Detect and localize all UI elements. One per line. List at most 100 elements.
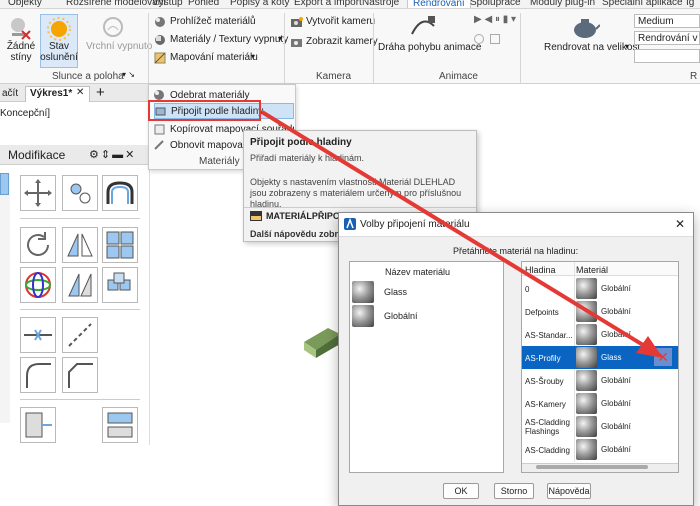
render-size-field[interactable] bbox=[634, 49, 700, 63]
textures-chevron-icon[interactable]: ▾ bbox=[278, 34, 282, 43]
material-browser-button[interactable]: Prohlížeč materiálů bbox=[170, 16, 256, 27]
menu-specialni[interactable]: Speciální aplikace bbox=[602, 0, 683, 8]
render-quality-select[interactable]: Medium bbox=[634, 14, 700, 28]
layer-name: AS-Standar... bbox=[525, 330, 573, 340]
render-quality-value: Medium bbox=[638, 16, 674, 27]
layer-list: Hladina Materiál 0 Globální Defpoints Globá… bbox=[521, 261, 679, 473]
align-tool[interactable] bbox=[102, 407, 138, 443]
copy-tool[interactable] bbox=[62, 175, 98, 211]
layer-row[interactable]: Defpoints Globální bbox=[522, 300, 678, 323]
layer-row[interactable]: 0 Globální bbox=[522, 277, 678, 300]
record-button[interactable] bbox=[474, 34, 484, 44]
divider bbox=[373, 13, 374, 83]
new-tab-icon[interactable]: + bbox=[96, 84, 105, 101]
menu-popisy[interactable]: Popisy a kóty bbox=[230, 0, 289, 8]
layer-material: Globální bbox=[601, 284, 631, 293]
render-chevron-icon[interactable]: ▾ bbox=[625, 42, 629, 51]
chamfer-tool[interactable] bbox=[62, 357, 98, 393]
reset-mapping-icon bbox=[154, 139, 164, 150]
sky-off-label[interactable]: Vrchní vypnuto bbox=[86, 41, 152, 52]
textures-off-button[interactable]: Materiály / Textury vypnuty bbox=[170, 34, 288, 45]
cancel-button[interactable]: Storno bbox=[494, 483, 534, 499]
playback-controls-icon[interactable]: ▶ ◀ ⏸ ▮ ▾ bbox=[474, 14, 516, 25]
tab-close-icon[interactable]: ✕ bbox=[76, 87, 84, 98]
side-toolbar bbox=[0, 173, 10, 423]
copy-icon bbox=[70, 183, 91, 204]
rotate-icon bbox=[27, 232, 49, 256]
sun-panel-expand-icon[interactable]: ▾ ↘ bbox=[122, 70, 135, 79]
stretch-tool[interactable] bbox=[20, 407, 56, 443]
layer-row[interactable]: AS-Kamery Globální bbox=[522, 392, 678, 415]
divider bbox=[20, 218, 140, 219]
no-shadows-button[interactable] bbox=[6, 15, 34, 41]
mapping-chevron-icon[interactable]: ▾ bbox=[251, 52, 255, 61]
fillet-tool[interactable] bbox=[20, 357, 56, 393]
offset-tool[interactable] bbox=[102, 175, 138, 211]
layer-material: Globální bbox=[601, 422, 631, 431]
create-camera-button[interactable]: Vytvořit kameru bbox=[306, 16, 375, 27]
menu-vystup[interactable]: Výstup bbox=[152, 0, 183, 8]
menu-objekty[interactable]: Objekty bbox=[8, 0, 42, 8]
remove-materials-label: Odebrat materiály bbox=[170, 89, 250, 101]
animation-panel-title: Animace bbox=[439, 71, 478, 82]
divider bbox=[284, 13, 285, 83]
side-tool-active[interactable] bbox=[0, 173, 9, 195]
layer-row[interactable]: AS-Šrouby Globální bbox=[522, 369, 678, 392]
layer-row[interactable]: AS-Standar... Globální bbox=[522, 323, 678, 346]
menu-nastroje[interactable]: Nástroje bbox=[362, 0, 399, 8]
tooltip-title: Připojit podle hladiny bbox=[250, 137, 352, 148]
tab-drawing-label: Výkres1* bbox=[30, 88, 73, 99]
layer-row[interactable]: AS-Cladding Globální bbox=[522, 438, 678, 461]
dialog-close-icon[interactable]: ✕ bbox=[675, 217, 685, 231]
ribbon: Žádné stíny Stav oslunění Vrchní vypnuto… bbox=[0, 9, 700, 84]
menu-bar: Objekty Rozšířené modelování Výstup Pohl… bbox=[0, 0, 700, 9]
material-thumbnail bbox=[576, 393, 597, 414]
menu-export[interactable]: Export a import bbox=[294, 0, 362, 8]
material-mapping-button[interactable]: Mapování materiálu bbox=[170, 52, 258, 63]
layer-row[interactable]: AS-Cladding Flashings Globální bbox=[522, 415, 678, 438]
scrollbar-thumb[interactable] bbox=[536, 465, 648, 469]
menu-rendrovani[interactable]: Rendrování bbox=[407, 0, 471, 8]
tooltip-more-help[interactable]: Další nápovědu zobra bbox=[250, 229, 343, 239]
3d-array-tool[interactable] bbox=[102, 267, 138, 303]
material-thumbnail bbox=[576, 370, 597, 391]
divider bbox=[20, 309, 140, 310]
array-tool[interactable] bbox=[102, 227, 138, 263]
tooltip-short: Přiřadí materiály k hladinám. bbox=[250, 153, 365, 163]
stop-button[interactable] bbox=[490, 34, 500, 44]
layer-name: AS-Šrouby bbox=[525, 376, 564, 386]
3d-rotate-tool[interactable] bbox=[20, 267, 56, 303]
menu-ig[interactable]: Ig bbox=[686, 0, 694, 8]
3d-mirror-tool[interactable] bbox=[62, 267, 98, 303]
material-attachment-dialog: Volby připojení materiálu ✕ Přetáhněte m… bbox=[338, 212, 694, 506]
layer-name: 0 bbox=[525, 284, 530, 294]
detach-material-icon[interactable]: ✕ bbox=[654, 348, 672, 366]
menu-spoluprace[interactable]: Spolupráce bbox=[470, 0, 521, 8]
extend-tool[interactable] bbox=[62, 317, 98, 353]
divider bbox=[244, 207, 476, 208]
extend-icon bbox=[68, 323, 92, 347]
ok-button[interactable]: OK bbox=[443, 483, 479, 499]
no-shadows-label: Žádné stíny bbox=[6, 41, 36, 63]
mirror-tool[interactable] bbox=[62, 227, 98, 263]
menu-pohled[interactable]: Pohled bbox=[188, 0, 219, 8]
sun-status-label: Stav oslunění bbox=[40, 41, 78, 63]
textures-icon bbox=[155, 35, 165, 45]
material-item-glass[interactable]: Glass bbox=[352, 280, 497, 304]
palette-controls-icon[interactable]: ⚙⇕▬✕ bbox=[89, 148, 136, 161]
help-button[interactable]: Nápověda bbox=[547, 483, 591, 499]
material-thumbnail bbox=[576, 301, 597, 322]
motion-path-button[interactable]: Dráha pohybu animace bbox=[378, 42, 481, 53]
rotate-tool[interactable] bbox=[20, 227, 56, 263]
viewport-label[interactable]: Koncepční] bbox=[0, 108, 50, 119]
trim-tool[interactable] bbox=[20, 317, 56, 353]
menu-moduly[interactable]: Moduly plug-in bbox=[530, 0, 595, 8]
show-cameras-button[interactable]: Zobrazit kamery bbox=[306, 36, 378, 47]
tab-start[interactable]: ačít bbox=[2, 88, 18, 99]
material-item-global[interactable]: Globální bbox=[352, 304, 497, 328]
move-tool[interactable] bbox=[20, 175, 56, 211]
layer-row[interactable]: AS-Profily Glass ✕ bbox=[522, 346, 678, 369]
offset-icon bbox=[106, 181, 134, 204]
render-output-select[interactable]: Rendrování v okně bbox=[634, 31, 700, 45]
layer-material: Glass bbox=[601, 353, 622, 362]
